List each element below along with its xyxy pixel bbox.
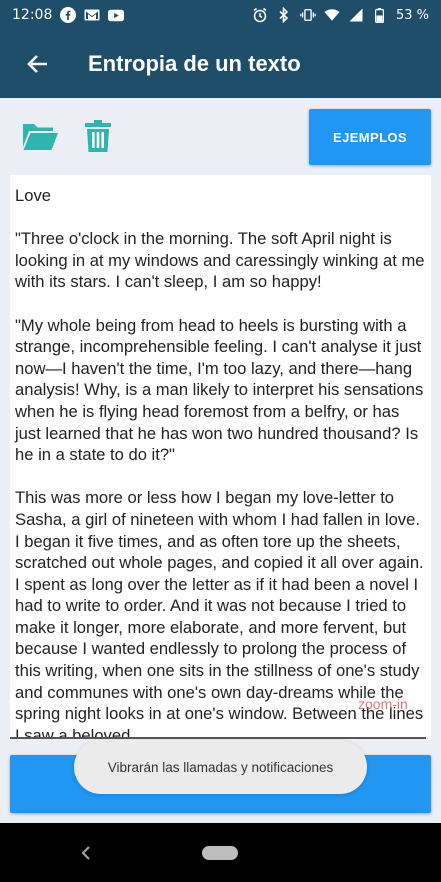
page-title: Entropia de un texto	[88, 51, 301, 76]
alarm-icon	[252, 7, 268, 23]
status-bar: 12:08 53 %	[0, 0, 441, 30]
text-paragraph: Love	[15, 186, 51, 205]
text-paragraph: "My whole being from head to heels is bu…	[15, 315, 424, 465]
vibrate-icon	[300, 7, 316, 23]
status-time: 12:08	[12, 7, 53, 23]
text-input-area[interactable]: Love "Three o'clock in the morning. The …	[10, 175, 431, 738]
youtube-icon	[108, 7, 125, 23]
folder-open-icon	[23, 124, 58, 150]
arrow-back-icon	[27, 55, 47, 73]
nav-home-pill[interactable]	[202, 846, 238, 860]
text-field-underline	[10, 737, 426, 739]
toolbar: EJEMPLOS	[0, 98, 441, 174]
examples-button[interactable]: EJEMPLOS	[309, 109, 431, 165]
signal-icon	[348, 7, 364, 23]
watermark: zoom-in	[358, 696, 408, 712]
wifi-icon	[324, 7, 340, 23]
open-file-button[interactable]	[20, 118, 60, 154]
system-nav-bar	[0, 823, 441, 882]
trash-icon	[85, 120, 111, 152]
nav-back-button[interactable]	[72, 839, 100, 867]
facebook-icon	[60, 7, 77, 23]
bluetooth-icon	[276, 7, 292, 23]
text-content: Love "Three o'clock in the morning. The …	[10, 175, 431, 738]
app-bar: Entropia de un texto	[0, 30, 441, 98]
toast-message: Vibrarán las llamadas y notificaciones	[74, 740, 367, 794]
battery-percent: 53 %	[395, 7, 429, 23]
delete-button[interactable]	[78, 118, 118, 154]
text-paragraph: "Three o'clock in the morning. The soft …	[15, 229, 425, 292]
gmail-icon	[84, 7, 100, 23]
battery-icon	[372, 7, 388, 23]
chevron-left-icon	[81, 846, 90, 860]
back-button[interactable]	[10, 36, 66, 92]
